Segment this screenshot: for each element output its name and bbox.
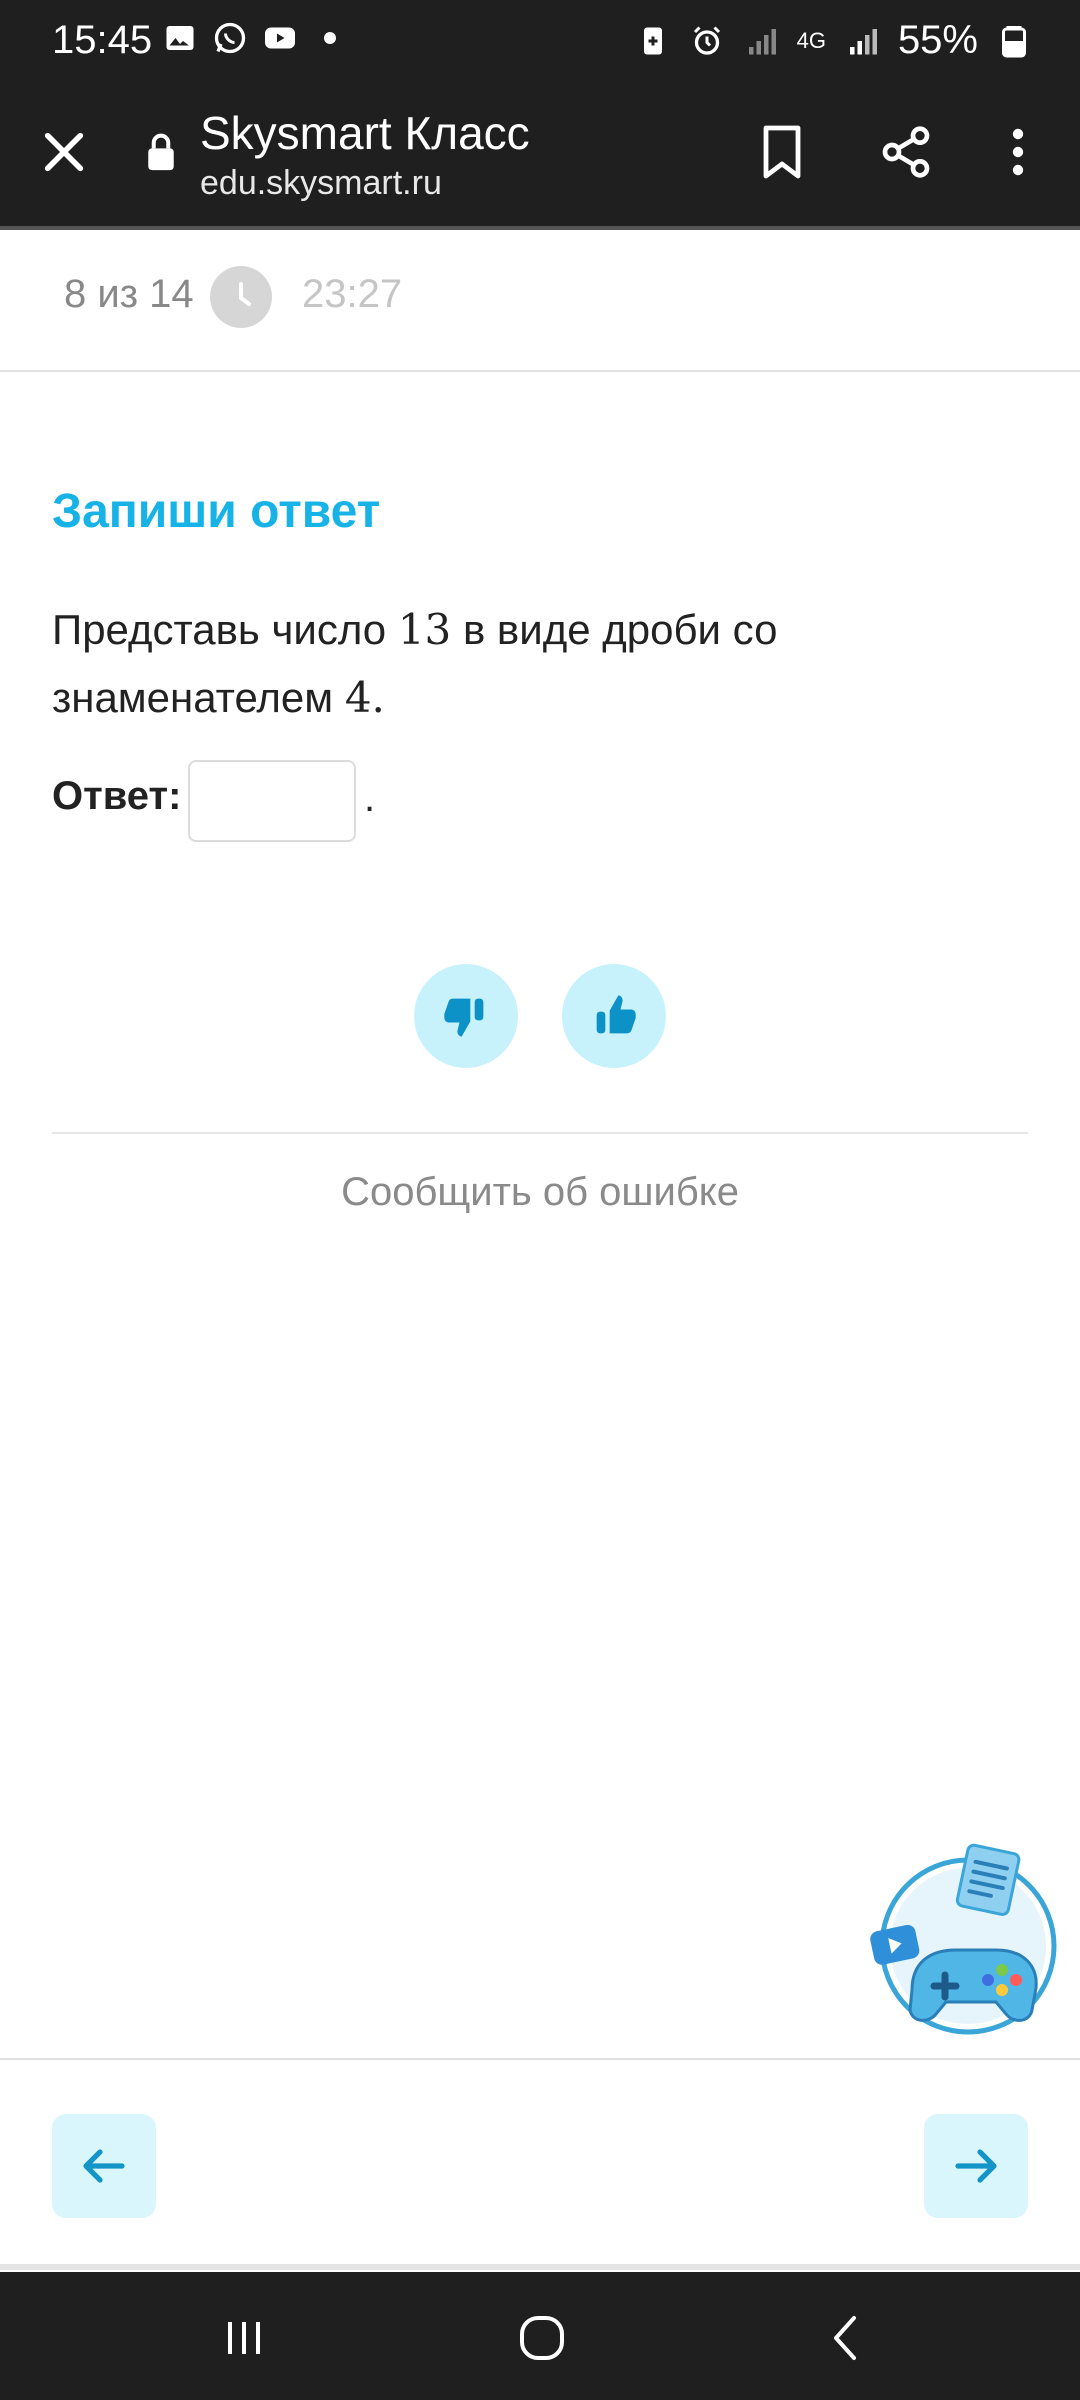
task-number: 4 (344, 673, 372, 722)
task-counter: 8 из 14 (64, 272, 194, 316)
bookmark-icon[interactable] (758, 124, 806, 180)
answer-label: Ответ: (52, 774, 182, 818)
progress-row: 8 из 14 23:27 (0, 230, 1080, 372)
battery-percent: 55% (897, 18, 978, 62)
site-url[interactable]: edu.skysmart.ru (200, 164, 442, 203)
browser-bottom-band (0, 2264, 1080, 2270)
lock-icon (148, 133, 174, 171)
timer: 23:27 (302, 272, 403, 316)
bottom-divider (0, 2058, 1080, 2060)
back-icon[interactable] (816, 2308, 876, 2368)
network-type: 4G (796, 27, 826, 53)
whatsapp-icon (214, 22, 246, 54)
system-navigation-bar (0, 2272, 1080, 2400)
status-time: 15:45 (52, 18, 153, 62)
next-task-button[interactable] (924, 2114, 1028, 2218)
task-number: 13 (397, 605, 452, 654)
status-bar: 15:45 4G 55% (0, 0, 1080, 80)
dislike-button[interactable] (414, 964, 518, 1068)
close-icon[interactable] (36, 124, 92, 180)
arrow-left-icon (83, 2149, 125, 2183)
notification-icons (162, 20, 348, 56)
system-icons: 4G 55% (635, 18, 1032, 63)
thumbs-up-icon (596, 995, 636, 1034)
youtube-icon (265, 27, 295, 49)
signal-icon (849, 28, 877, 54)
previous-task-button[interactable] (52, 2114, 156, 2218)
answer-suffix: . (364, 776, 376, 820)
more-options-icon[interactable] (1000, 124, 1036, 180)
like-button[interactable] (562, 964, 666, 1068)
battery-icon (1002, 25, 1026, 57)
answer-input[interactable] (188, 760, 356, 842)
divider (52, 1132, 1028, 1134)
home-icon[interactable] (512, 2308, 572, 2368)
site-title[interactable]: Skysmart Класс (200, 106, 530, 160)
share-icon[interactable] (878, 124, 934, 180)
signal-icon (748, 28, 776, 54)
task-text-part: . (371, 673, 385, 722)
thumbs-down-icon (444, 998, 484, 1037)
task-text-part: Представь число (52, 606, 398, 653)
games-widget-icon[interactable] (864, 1840, 1064, 2040)
report-error-link[interactable]: Сообщить об ошибке (0, 1170, 1080, 1215)
browser-toolbar: Skysmart Класс edu.skysmart.ru (0, 80, 1080, 228)
battery-saver-icon (643, 27, 662, 54)
arrow-right-icon (955, 2149, 997, 2183)
task-text: Представь число 13 в виде дроби со знаме… (52, 596, 932, 732)
recent-apps-icon[interactable] (214, 2308, 274, 2368)
dot-icon (324, 32, 336, 44)
gallery-icon (166, 26, 194, 50)
task-heading: Запиши ответ (52, 485, 381, 538)
clock-icon (210, 266, 272, 328)
alarm-icon (693, 25, 720, 55)
